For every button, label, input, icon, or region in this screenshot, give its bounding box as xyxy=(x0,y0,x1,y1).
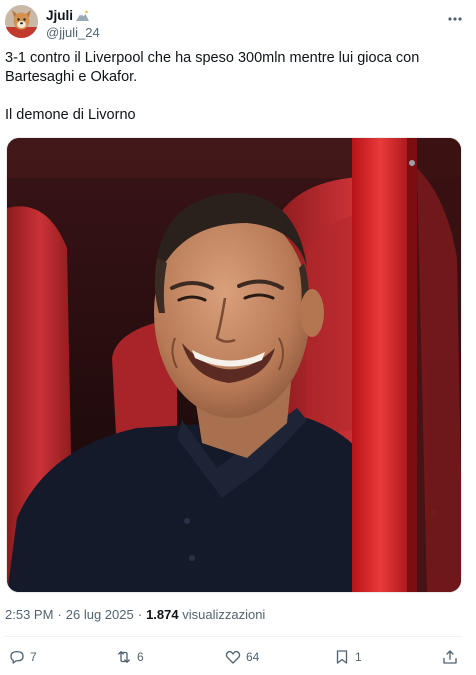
more-dots-icon xyxy=(448,17,462,21)
tweet-line: 3-1 contro il Liverpool che ha speso 300… xyxy=(5,50,420,66)
more-options-button[interactable] xyxy=(443,9,467,29)
tweet-photo[interactable] xyxy=(6,137,462,593)
display-name-text[interactable]: Jjuli xyxy=(46,8,73,23)
divider xyxy=(5,636,462,637)
tweet-date[interactable]: 26 lug 2025 xyxy=(66,607,134,622)
meta-separator: · xyxy=(137,607,143,622)
repost-icon xyxy=(118,651,130,663)
bookmark-icon xyxy=(336,650,348,664)
bookmark-button[interactable]: 1 xyxy=(333,645,362,669)
tweet-text: 3-1 contro il Liverpool che ha speso 300… xyxy=(5,49,465,125)
share-icon xyxy=(443,650,457,664)
reply-icon xyxy=(10,651,24,664)
handle[interactable]: @jjuli_24 xyxy=(46,25,100,40)
like-count: 64 xyxy=(246,650,260,664)
repost-button[interactable]: 6 xyxy=(115,645,144,669)
action-bar: 7 6 64 1 xyxy=(0,645,476,669)
share-button[interactable] xyxy=(441,645,459,669)
tweet-meta: 2:53 PM · 26 lug 2025 · 1.874 visualizzazion… xyxy=(5,607,265,622)
tweet-line: Bartesaghi e Okafor. xyxy=(5,69,138,85)
repost-count: 6 xyxy=(137,650,144,664)
like-button[interactable]: 64 xyxy=(224,645,259,669)
bookmark-count: 1 xyxy=(355,650,362,664)
avatar-dog-icon xyxy=(5,5,38,38)
tweet-line: Il demone di Livorno xyxy=(5,107,136,123)
reply-button[interactable]: 7 xyxy=(8,645,37,669)
tweet-time[interactable]: 2:53 PM xyxy=(5,607,53,622)
tweet-header: Jjuli @jjuli_24 xyxy=(5,5,471,41)
display-name[interactable]: Jjuli xyxy=(46,8,90,23)
smiling-coach-photo xyxy=(7,138,461,592)
avatar[interactable] xyxy=(5,5,38,38)
views-label: visualizzazioni xyxy=(182,607,266,622)
heart-icon xyxy=(225,650,241,664)
mountain-emoji-icon xyxy=(76,10,90,21)
meta-separator: · xyxy=(57,607,62,622)
reply-count: 7 xyxy=(30,650,37,664)
views-count: 1.874 xyxy=(146,607,179,622)
